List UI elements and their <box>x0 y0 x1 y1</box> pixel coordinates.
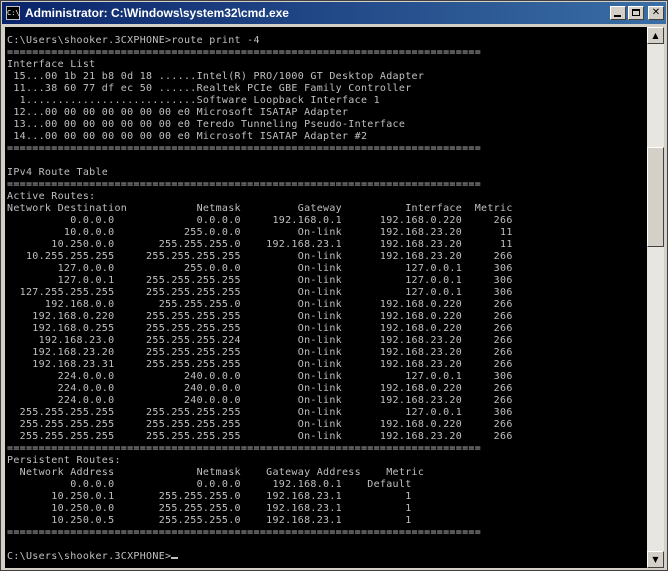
console-output[interactable]: C:\Users\shooker.3CXPHONE>route print -4… <box>5 27 647 568</box>
interface-entry: 14...00 00 00 00 00 00 00 e0 Microsoft I… <box>7 131 368 142</box>
cmd-icon: C:\ <box>6 6 20 20</box>
text-cursor <box>171 557 179 559</box>
current-prompt: C:\Users\shooker.3CXPHONE> <box>7 551 179 562</box>
separator: ========================================… <box>7 443 482 454</box>
route-row: 127.255.255.255 255.255.255.255 On-link … <box>7 287 513 298</box>
chevron-up-icon: ▲ <box>652 31 659 40</box>
route-row: 127.0.0.0 255.0.0.0 On-link 127.0.0.1 30… <box>7 263 513 274</box>
interface-entry: 1...........................Software Loo… <box>7 95 380 106</box>
cmd-window: C:\ Administrator: C:\Windows\system32\c… <box>0 0 668 571</box>
persistent-route-row: 10.250.0.0 255.255.255.0 192.168.23.1 1 <box>7 503 412 514</box>
persistent-route-row: 10.250.0.5 255.255.255.0 192.168.23.1 1 <box>7 515 412 526</box>
ipv4-heading: IPv4 Route Table <box>7 167 109 178</box>
route-row: 255.255.255.255 255.255.255.255 On-link … <box>7 431 513 442</box>
route-row: 255.255.255.255 255.255.255.255 On-link … <box>7 419 513 430</box>
separator: ========================================… <box>7 179 482 190</box>
interface-entry: 15...00 1b 21 b8 0d 18 ......Intel(R) PR… <box>7 71 425 82</box>
route-row: 192.168.0.0 255.255.255.0 On-link 192.16… <box>7 299 513 310</box>
route-row: 10.0.0.0 255.0.0.0 On-link 192.168.23.20… <box>7 227 513 238</box>
minimize-icon <box>614 15 621 17</box>
persistent-route-row: 10.250.0.1 255.255.255.0 192.168.23.1 1 <box>7 491 412 502</box>
route-row: 192.168.23.20 255.255.255.255 On-link 19… <box>7 347 513 358</box>
window-title: Administrator: C:\Windows\system32\cmd.e… <box>25 6 289 20</box>
scrollbar-thumb[interactable] <box>647 147 664 247</box>
persistent-route-row: 0.0.0.0 0.0.0.0 192.168.0.1 Default <box>7 479 412 490</box>
chevron-down-icon: ▼ <box>652 555 659 564</box>
route-row: 192.168.0.255 255.255.255.255 On-link 19… <box>7 323 513 334</box>
separator: ========================================… <box>7 527 482 538</box>
route-row: 255.255.255.255 255.255.255.255 On-link … <box>7 407 513 418</box>
persistent-routes-heading: Persistent Routes: <box>7 455 121 466</box>
route-row: 224.0.0.0 240.0.0.0 On-link 192.168.0.22… <box>7 383 513 394</box>
minimize-button[interactable] <box>610 6 626 20</box>
route-row: 0.0.0.0 0.0.0.0 192.168.0.1 192.168.0.22… <box>7 215 513 226</box>
title-bar[interactable]: C:\ Administrator: C:\Windows\system32\c… <box>2 2 666 24</box>
separator: ========================================… <box>7 47 482 58</box>
separator: ========================================… <box>7 143 482 154</box>
close-icon: ✕ <box>651 7 661 18</box>
interface-entry: 12...00 00 00 00 00 00 00 e0 Microsoft I… <box>7 107 349 118</box>
route-row: 192.168.23.0 255.255.255.224 On-link 192… <box>7 335 513 346</box>
interface-list-heading: Interface List <box>7 59 96 70</box>
maximize-button[interactable] <box>628 6 644 20</box>
route-row: 192.168.0.220 255.255.255.255 On-link 19… <box>7 311 513 322</box>
route-row: 10.255.255.255 255.255.255.255 On-link 1… <box>7 251 513 262</box>
route-row: 224.0.0.0 240.0.0.0 On-link 127.0.0.1 30… <box>7 371 513 382</box>
command-line: C:\Users\shooker.3CXPHONE>route print -4 <box>7 35 260 46</box>
interface-entry: 13...00 00 00 00 00 00 00 e0 Teredo Tunn… <box>7 119 406 130</box>
vertical-scrollbar[interactable]: ▲ ▼ <box>647 27 664 568</box>
close-button[interactable]: ✕ <box>648 6 664 20</box>
scroll-up-button[interactable]: ▲ <box>647 27 664 44</box>
route-table-header: Network Destination Netmask Gateway Inte… <box>7 203 513 214</box>
persistent-table-header: Network Address Netmask Gateway Address … <box>7 467 425 478</box>
interface-entry: 11...38 60 77 df ec 50 ......Realtek PCI… <box>7 83 412 94</box>
maximize-icon <box>632 9 640 16</box>
active-routes-heading: Active Routes: <box>7 191 96 202</box>
scroll-down-button[interactable]: ▼ <box>647 551 664 568</box>
route-row: 127.0.0.1 255.255.255.255 On-link 127.0.… <box>7 275 513 286</box>
route-row: 192.168.23.31 255.255.255.255 On-link 19… <box>7 359 513 370</box>
route-row: 224.0.0.0 240.0.0.0 On-link 192.168.23.2… <box>7 395 513 406</box>
console-text: C:\Users\shooker.3CXPHONE>route print -4… <box>5 27 647 563</box>
route-row: 10.250.0.0 255.255.255.0 192.168.23.1 19… <box>7 239 513 250</box>
